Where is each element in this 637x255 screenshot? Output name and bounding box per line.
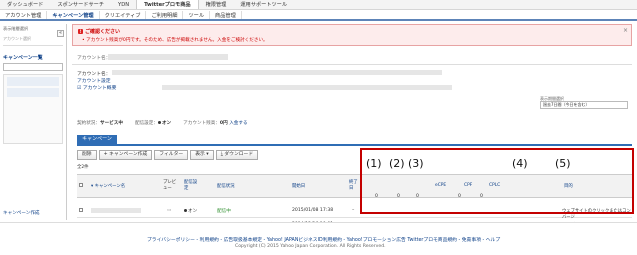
campaign-list	[3, 74, 63, 144]
col-end[interactable]: 終了日	[349, 179, 359, 191]
sidebar-search-input[interactable]	[3, 63, 63, 71]
filter-button[interactable]: フィルター	[154, 150, 189, 160]
display-dropdown[interactable]: 表示 ▾	[190, 150, 214, 160]
status-row: 契約状況：サービス中 配信設定： オン アカウント残高：0円 入金する	[77, 120, 248, 126]
subnav-billing[interactable]: ご利用明細	[146, 11, 184, 19]
start-date: 2015/01/08 17:38	[292, 208, 334, 213]
footer: プライバシーポリシー - 利用規約 - 広告取扱基本規定 - Yahoo! JA…	[0, 222, 637, 255]
tab-underline	[77, 144, 632, 146]
sub-nav: アカウント管理 キャンペーン管理 クリエイティブ ご利用明細 ツール 商品管理	[0, 11, 637, 21]
account-balance: アカウント残高：0円 入金する	[183, 121, 248, 126]
campaign-list-item[interactable]	[7, 88, 59, 97]
contract-status: 契約状況：サービス中	[77, 121, 123, 126]
account-settings-link[interactable]: アカウント設定	[77, 77, 111, 84]
subnav-tools[interactable]: ツール	[183, 11, 211, 19]
account-name-label-2: アカウント名：	[77, 72, 111, 77]
alert-title: ! ご確認ください	[78, 29, 121, 35]
account-name-value	[108, 54, 228, 60]
col-delivery[interactable]: 配信設定	[184, 179, 198, 191]
campaign-list-item[interactable]	[7, 77, 59, 86]
end-date: –	[352, 208, 355, 213]
annotation-label: (4)	[512, 157, 528, 170]
deposit-link[interactable]: 入金する	[229, 121, 247, 126]
annotation-label: (5)	[555, 157, 571, 170]
campaign-name[interactable]	[91, 208, 141, 213]
col-preview: プレビュー	[163, 180, 177, 191]
subnav-products[interactable]: 商品管理	[210, 11, 242, 19]
annotation-label: (2)	[389, 157, 405, 170]
account-name-label: アカウント名：	[77, 56, 111, 61]
preview-icon[interactable]: ▭	[167, 208, 171, 213]
topnav-support-tools[interactable]: 運用サポートツール	[233, 0, 294, 9]
col-status[interactable]: 配信状況	[217, 183, 235, 189]
delete-button[interactable]: 削除	[77, 150, 97, 160]
account-info-blurred	[162, 85, 452, 90]
col-name[interactable]: ▾ キャンペーン名	[91, 183, 125, 189]
row-checkbox[interactable]	[79, 208, 83, 214]
period-select[interactable]: 過去7日間（今日を含む）	[540, 101, 628, 109]
select-all-checkbox[interactable]	[79, 183, 83, 189]
footer-links[interactable]: プライバシーポリシー - 利用規約 - 広告取扱基本規定 - Yahoo! JA…	[147, 236, 500, 243]
collapse-icon[interactable]: «	[57, 30, 64, 37]
annotation-label: (1)	[366, 157, 382, 170]
copyright: Copyright (C) 2015 Yahoo Japan Corporati…	[235, 244, 386, 249]
alert-box: ! ご確認ください • アカウント残高が0円です。そのため、広告が掲載されません。…	[72, 24, 632, 46]
topnav-permissions[interactable]: 権限管理	[199, 0, 234, 9]
radio-on-icon[interactable]	[157, 121, 161, 124]
top-nav: ダッシュボード スポンサードサーチ YDN Twitterプロモ商品 権限管理 …	[0, 0, 637, 10]
create-campaign-button[interactable]: + キャンペーン作成	[98, 150, 153, 160]
topnav-dashboard[interactable]: ダッシュボード	[0, 0, 50, 9]
annotation-label: (3)	[408, 157, 424, 170]
subnav-creative[interactable]: クリエイティブ	[100, 11, 147, 19]
account-overview-link[interactable]: ☑ アカウント概要	[77, 84, 116, 91]
topnav-twitter[interactable]: Twitterプロモ商品	[136, 0, 199, 9]
download-button[interactable]: ⤓ ダウンロード	[215, 150, 259, 160]
col-start[interactable]: 開始日	[292, 183, 305, 189]
topnav-sponsored-search[interactable]: スポンサードサーチ	[50, 0, 111, 9]
sidebar: 表示階層選択 アカウント選択 « キャンペーン一覧 キャンペーン作成	[0, 24, 67, 220]
subnav-account[interactable]: アカウント管理	[0, 11, 48, 19]
account-select[interactable]: アカウント選択	[3, 36, 63, 46]
status-value: 配信中	[217, 209, 231, 214]
toolbar: 削除 + キャンペーン作成 フィルター 表示 ▾ ⤓ ダウンロード	[77, 150, 259, 160]
sidebar-title: キャンペーン一覧	[3, 55, 43, 61]
topnav-ydn[interactable]: YDN	[111, 0, 136, 9]
warning-icon: !	[78, 29, 83, 34]
delivery-setting: 配信設定： オン	[134, 121, 172, 126]
divider	[72, 64, 632, 65]
account-name-blurred	[112, 70, 442, 75]
tab-campaign[interactable]: キャンペーン	[77, 135, 117, 144]
delivery-toggle[interactable]: オン	[184, 208, 197, 214]
total-count: 全2件	[77, 165, 89, 170]
close-icon[interactable]: ×	[623, 27, 628, 34]
alert-message: • アカウント残高が0円です。そのため、広告が掲載されません。入金をご検討くださ…	[82, 38, 268, 43]
create-campaign-link[interactable]: キャンペーン作成	[3, 210, 40, 216]
subnav-campaign[interactable]: キャンペーン管理	[47, 11, 100, 19]
